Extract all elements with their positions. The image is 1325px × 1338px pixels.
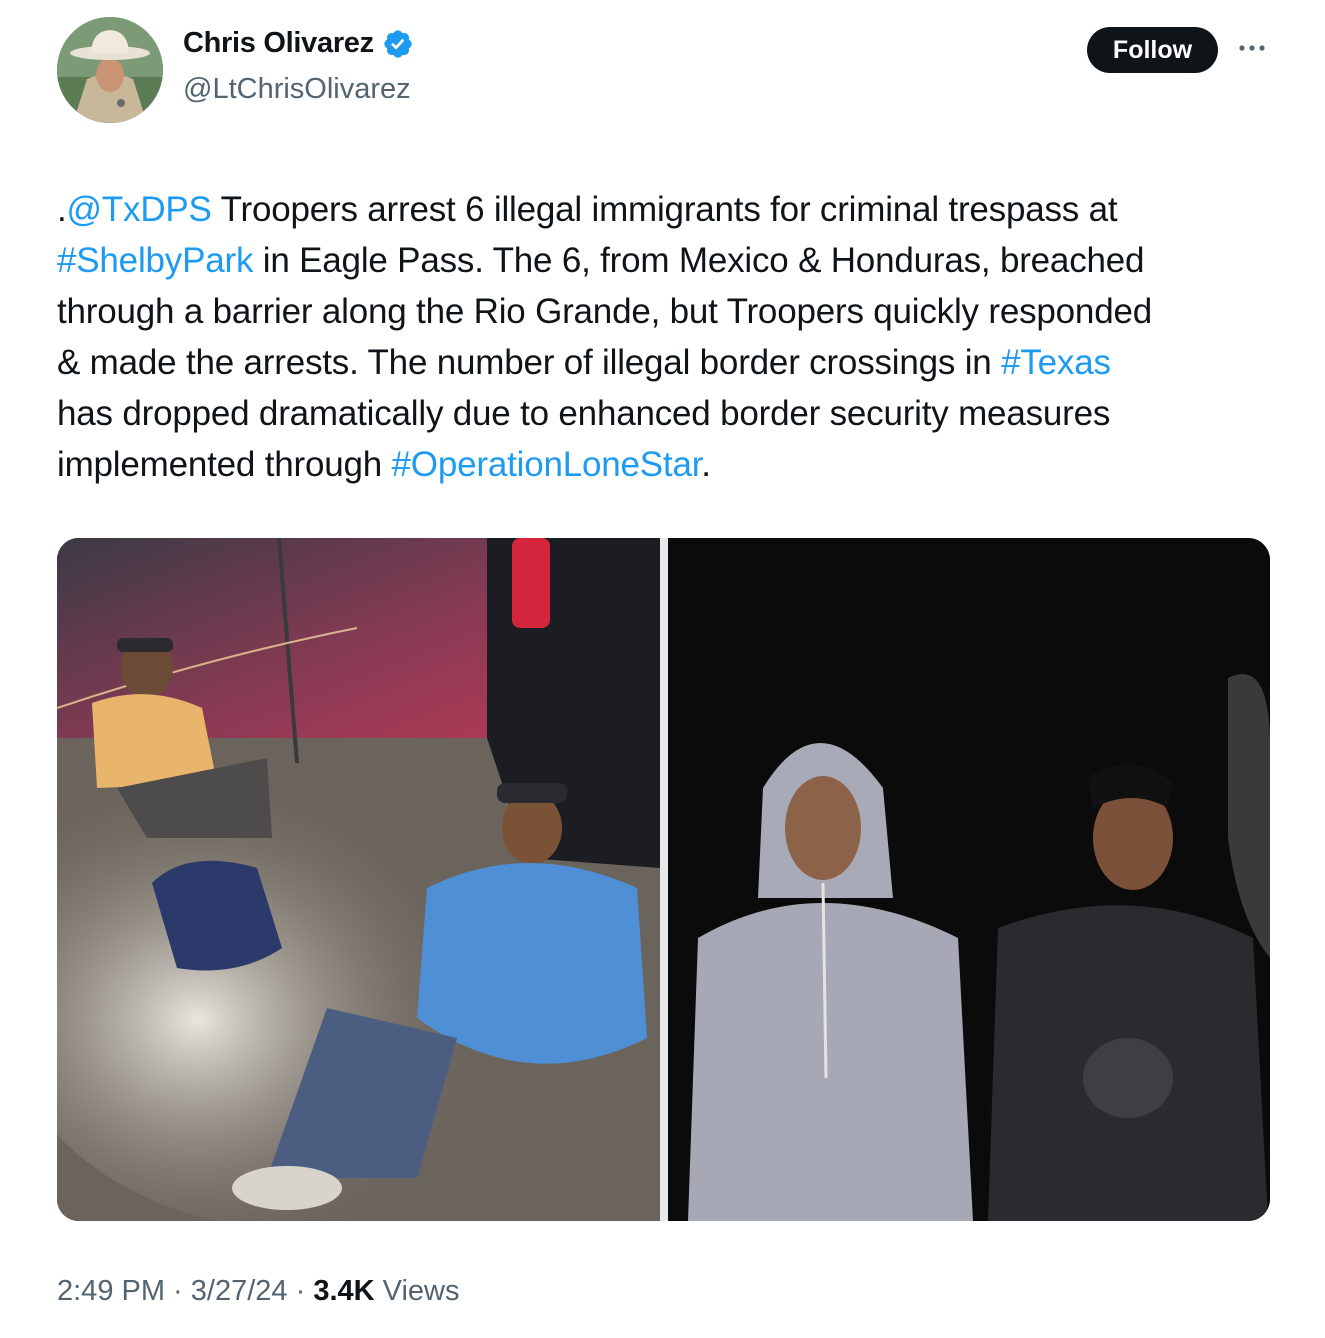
verified-badge-icon <box>384 29 412 58</box>
tweet-line: .@TxDPS Troopers arrest 6 illegal immigr… <box>57 184 1279 235</box>
meta-separator: · <box>165 1275 191 1307</box>
tweet-meta: 2:49 PM · 3/27/24 · 3.4K Views <box>57 1275 459 1308</box>
tweet-time[interactable]: 2:49 PM <box>57 1275 165 1307</box>
views-label: Views <box>374 1275 460 1307</box>
meta-separator-2: · <box>287 1275 314 1307</box>
tweet-text-segment: through a barrier along the Rio Grande, … <box>57 292 1152 331</box>
hashtag-link[interactable]: #Texas <box>1001 343 1111 382</box>
tweet-text-segment: . <box>701 445 711 484</box>
tweet-line: & made the arrests. The number of illega… <box>57 337 1279 388</box>
author-handle[interactable]: @LtChrisOlivarez <box>183 73 411 106</box>
tweet-text-segment: Troopers arrest 6 illegal immigrants for… <box>211 190 1118 229</box>
tweet-text-segment: & made the arrests. The number of illega… <box>57 343 1002 382</box>
media-grid <box>57 538 1270 1221</box>
views-count: 3.4K <box>313 1275 375 1307</box>
tweet-line: #ShelbyPark in Eagle Pass. The 6, from M… <box>57 235 1279 286</box>
hashtag-link[interactable]: #OperationLoneStar <box>392 445 702 484</box>
author-name-row[interactable]: Chris Olivarez <box>183 27 414 60</box>
mention-link[interactable]: @TxDPS <box>67 190 212 229</box>
avatar[interactable] <box>57 17 163 123</box>
tweet-line: implemented through #OperationLoneStar. <box>57 439 1279 490</box>
tweet-date[interactable]: 3/27/24 <box>191 1275 288 1307</box>
tweet-line: has dropped dramatically due to enhanced… <box>57 388 1279 439</box>
tweet-text-segment: implemented through <box>57 445 392 484</box>
tweet-text: .@TxDPS Troopers arrest 6 illegal immigr… <box>57 184 1279 490</box>
hashtag-link[interactable]: #ShelbyPark <box>57 241 253 280</box>
tweet-text-segment: has dropped dramatically due to enhanced… <box>57 394 1111 433</box>
photo-two-young-men-standing[interactable] <box>668 538 1270 1221</box>
display-name[interactable]: Chris Olivarez <box>183 27 374 60</box>
tweet-line: through a barrier along the Rio Grande, … <box>57 286 1279 337</box>
tweet-text-segment: . <box>57 190 67 229</box>
photo-two-men-seated-by-vehicle[interactable] <box>57 538 660 1221</box>
follow-button[interactable]: Follow <box>1087 27 1218 73</box>
tweet-text-segment: in Eagle Pass. The 6, from Mexico & Hond… <box>253 241 1145 280</box>
more-options-icon[interactable] <box>1236 36 1268 60</box>
